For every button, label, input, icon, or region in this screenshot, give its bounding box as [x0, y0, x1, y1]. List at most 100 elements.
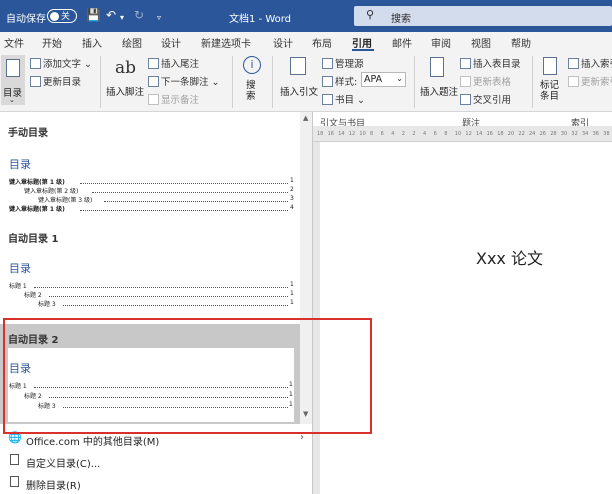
ruler-tick: 24: [529, 131, 536, 137]
mark-entry-button[interactable]: 标记 条目: [536, 54, 566, 108]
update-toc-label: 更新目录: [43, 77, 82, 88]
tab-file[interactable]: 文件: [4, 35, 24, 50]
ruler-tick: 32: [571, 131, 578, 137]
highlight-box: [3, 318, 372, 434]
next-footnote-button[interactable]: 下一条脚注 ⌄: [148, 74, 220, 88]
leader-dots: [92, 192, 288, 193]
tab-new-tab[interactable]: 新建选项卡: [201, 35, 251, 50]
remove-toc-menu-item[interactable]: 删除目录(R): [0, 472, 313, 494]
tab-design-1[interactable]: 设计: [161, 35, 181, 50]
caption-icon: [430, 57, 444, 77]
custom-toc-label: 自定义目录(C)...: [26, 459, 101, 470]
tab-references[interactable]: 引用: [352, 35, 372, 50]
undo-dropdown-icon[interactable]: ▾: [120, 11, 124, 25]
manage-sources-button[interactable]: 管理源: [322, 56, 364, 70]
ruler-tick: 2: [412, 131, 416, 137]
cross-reference-button[interactable]: 交叉引用: [460, 92, 511, 106]
bibliography-button[interactable]: 书目 ⌄: [322, 92, 365, 106]
bibliography-label: 书目: [335, 95, 355, 106]
chevron-down-icon: ⌄: [9, 96, 15, 104]
toggle-knob: [50, 11, 59, 21]
update-table-label: 更新表格: [473, 77, 512, 88]
show-notes-button[interactable]: 显示备注: [148, 92, 199, 106]
customize-toolbar-icon[interactable]: ▿: [157, 11, 161, 25]
tab-draw[interactable]: 绘图: [122, 35, 142, 50]
info-search-icon: i: [243, 56, 261, 74]
update-toc-button[interactable]: 更新目录: [30, 74, 81, 88]
toc-page-number: 1: [290, 177, 294, 184]
document-title: 文档1 - Word: [229, 14, 292, 25]
manual-toc-option[interactable]: 目录 键入章标题(第 1 级) 键入章标题(第 2 级) 键入章标题(第 3 级…: [0, 144, 300, 220]
document-body-text[interactable]: Xxx 论文: [476, 245, 543, 269]
update-index-icon: [568, 76, 579, 87]
add-text-button[interactable]: 添加文字 ⌄: [30, 56, 92, 70]
update-index-button[interactable]: 更新索引: [568, 74, 612, 88]
auto-toc-1-heading: 自动目录 1: [8, 234, 59, 245]
insert-index-button[interactable]: 插入索引: [568, 56, 612, 70]
separator: [100, 56, 101, 108]
document-icon: [10, 454, 19, 465]
tab-layout[interactable]: 布局: [312, 35, 332, 50]
save-icon[interactable]: 💾: [86, 8, 101, 22]
insert-footnote-button[interactable]: ab 插入脚注: [104, 54, 148, 104]
redo-icon[interactable]: ↻: [134, 8, 144, 22]
insert-table-of-figures-button[interactable]: 插入表目录: [460, 56, 521, 70]
toc-button[interactable]: 目录 ⌄: [1, 55, 25, 105]
custom-toc-menu-item[interactable]: 自定义目录(C)...: [0, 450, 313, 472]
leader-dots: [104, 201, 288, 202]
tab-home[interactable]: 开始: [42, 35, 62, 50]
style-selector[interactable]: 样式:: [322, 74, 357, 88]
bibliography-icon: [322, 94, 333, 105]
next-footnote-icon: [148, 76, 159, 87]
ruler-tick: 18: [317, 131, 324, 137]
insert-endnote-button[interactable]: 插入尾注: [148, 56, 199, 70]
cross-reference-label: 交叉引用: [473, 95, 512, 106]
toc-page-number: 1: [290, 290, 294, 297]
update-toc-icon: [30, 76, 41, 87]
toc-icon: [6, 59, 20, 77]
ruler-tick: 16: [327, 131, 334, 137]
active-tab-indicator: [352, 49, 374, 51]
ruler-tick: 36: [592, 131, 599, 137]
tab-mailings[interactable]: 邮件: [392, 35, 412, 50]
insert-index-icon: [568, 58, 579, 69]
auto-toc-1-option[interactable]: 目录 标题 1 标题 2 标题 3 1 1 1: [0, 248, 300, 316]
toc-line: 键入章标题(第 1 级): [9, 206, 65, 213]
tab-view[interactable]: 视图: [471, 35, 491, 50]
update-table-icon: [460, 76, 471, 87]
style-dropdown[interactable]: APA ⌄: [361, 72, 406, 87]
insert-citation-button[interactable]: 插入引文: [278, 54, 320, 104]
search-icon: ⚲: [366, 8, 375, 21]
scroll-up-icon[interactable]: ▲: [303, 114, 308, 122]
tab-insert[interactable]: 插入: [82, 35, 102, 50]
tab-review[interactable]: 审阅: [431, 35, 451, 50]
toc-line: 标题 2: [24, 292, 42, 299]
toc-page-number: 2: [290, 186, 294, 193]
search-smart-lookup-button[interactable]: i 搜 索: [236, 54, 268, 106]
add-text-label: 添加文字: [43, 59, 82, 70]
ruler-tick: 4: [423, 131, 427, 137]
update-table-button[interactable]: 更新表格: [460, 74, 511, 88]
ruler-tick: 20: [507, 131, 515, 137]
tab-design-2[interactable]: 设计: [273, 35, 293, 50]
ruler-tick: 34: [582, 131, 589, 137]
toc-page-number: 4: [290, 204, 294, 211]
separator: [232, 56, 233, 108]
undo-icon[interactable]: ↶: [106, 8, 116, 22]
ruler-tick: 18: [497, 131, 504, 137]
insert-index-label: 插入索引: [581, 59, 612, 70]
search-box[interactable]: ⚲ 搜索: [354, 6, 612, 26]
show-notes-label: 显示备注: [161, 95, 200, 106]
manual-toc-title: 目录: [9, 158, 31, 171]
ruler-tick: 38: [603, 131, 610, 137]
style-value: APA: [364, 74, 383, 85]
insert-caption-button[interactable]: 插入题注: [418, 54, 458, 104]
toc-page-number: 1: [290, 299, 294, 306]
footnote-ab-icon: ab: [115, 58, 137, 78]
chevron-down-icon: ⌄: [396, 74, 403, 83]
tab-help[interactable]: 帮助: [511, 35, 531, 50]
autosave-toggle[interactable]: 关: [47, 9, 77, 23]
separator: [272, 56, 273, 108]
ruler-tick: 28: [550, 131, 557, 137]
style-icon: [322, 76, 333, 87]
